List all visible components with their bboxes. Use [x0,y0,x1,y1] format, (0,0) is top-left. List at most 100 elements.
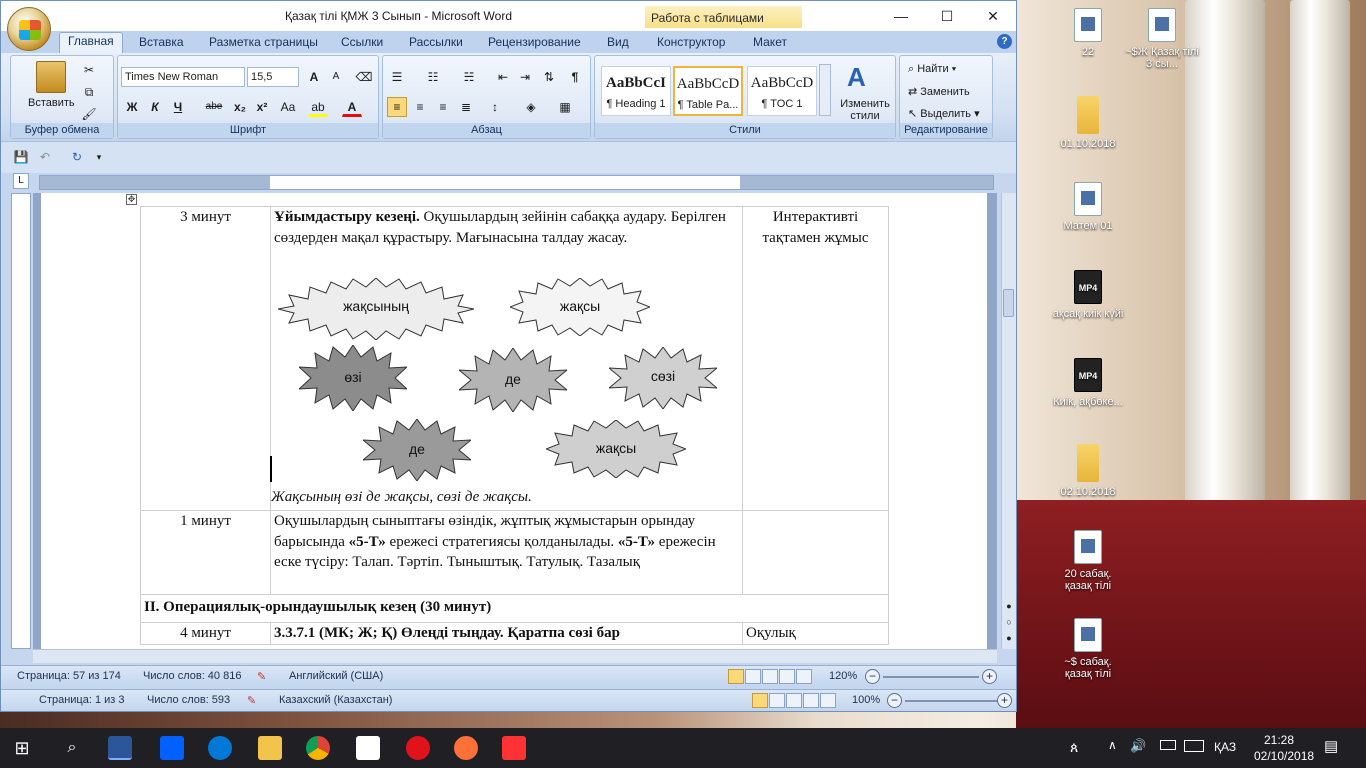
find-button[interactable]: ⌕ Найти ▾ [908,63,956,76]
spellcheck-icon[interactable]: ✎ [257,670,266,683]
format-painter-icon[interactable]: 🖌 [79,104,99,124]
save-icon[interactable]: 💾 [11,147,31,167]
bullets-icon[interactable]: ☰ [387,67,407,87]
tab-layout[interactable]: Макет [745,34,795,53]
minimize-button[interactable]: — [878,1,924,31]
align-right-icon[interactable]: ≡ [433,97,453,117]
page-count[interactable]: Страница: 57 из 174 [17,670,121,682]
full-screen-reading-icon[interactable] [745,669,761,684]
people-icon[interactable]: ጰ [1070,739,1078,756]
shading-icon[interactable]: ◈ [521,97,541,117]
zoom-in-icon[interactable]: + [997,693,1012,708]
grow-font-button[interactable]: A [304,67,324,87]
superscript-button[interactable]: x² [252,97,272,117]
zoom-slider[interactable] [883,676,979,678]
redo-icon[interactable]: ↻ [67,147,87,167]
numbering-icon[interactable]: ☷ [423,67,443,87]
desktop-icon[interactable]: MP4 Киік, ақбөке... [1050,358,1126,408]
desktop-icon[interactable]: MP4 ақсақ киік күйі [1050,270,1126,320]
justify-icon[interactable]: ≣ [456,97,476,117]
line-spacing-icon[interactable]: ↕ [485,97,505,117]
tab-references[interactable]: Ссылки [333,34,391,53]
decrease-indent-icon[interactable]: ⇤ [493,67,513,87]
align-left-icon[interactable]: ≡ [387,97,407,117]
clock[interactable]: 21:28 02/10/2018 [1254,732,1314,764]
full-screen-reading-icon[interactable] [769,693,785,708]
paste-button[interactable]: Вставить [28,97,75,109]
desktop-icon[interactable]: ~$Ж Қазақ тілі 3 сы... [1124,8,1200,70]
desktop-icon[interactable]: Матем 01 [1050,182,1126,232]
select-browse-object-icon[interactable]: ○ [1003,617,1015,629]
opera-icon[interactable] [406,736,430,760]
print-layout-icon[interactable] [752,693,768,708]
desktop-icon[interactable]: 20 сабақ. қазақ тілі [1050,530,1126,592]
word-count[interactable]: Число слов: 40 816 [143,670,241,682]
change-case-button[interactable]: Aa [276,97,300,117]
tab-mailings[interactable]: Рассылки [401,34,471,53]
starburst-shape[interactable]: жақсы [544,419,688,479]
battery-icon[interactable] [1160,740,1176,750]
tab-view[interactable]: Вид [599,34,637,53]
close-button[interactable]: ✕ [970,1,1016,31]
zoom-out-icon[interactable]: − [865,669,880,684]
multilevel-list-icon[interactable]: ☵ [459,67,479,87]
print-layout-icon[interactable] [728,669,744,684]
zoom-in-icon[interactable]: + [982,669,997,684]
subscript-button[interactable]: x₂ [230,97,250,117]
web-layout-icon[interactable] [786,693,802,708]
select-button[interactable]: ↖ Выделить ▾ [908,107,980,120]
word-count[interactable]: Число слов: 593 [147,694,230,706]
show-marks-button[interactable]: ¶ [565,67,585,87]
draft-icon[interactable] [796,669,812,684]
style-toc-1[interactable]: AaBbCcD ¶ TOC 1 [747,66,817,116]
keyboard-icon[interactable] [1184,740,1204,752]
sort-icon[interactable]: ⇅ [539,67,559,87]
bold-button[interactable]: Ж [122,97,142,117]
prev-page-icon[interactable]: ● [1003,601,1015,613]
change-styles-button[interactable]: Изменить стили [835,98,895,122]
web-layout-icon[interactable] [762,669,778,684]
dropbox-icon[interactable] [160,736,184,760]
align-center-icon[interactable]: ≡ [410,97,430,117]
scroll-thumb[interactable] [1003,289,1014,317]
help-icon[interactable]: ? [997,34,1012,49]
style-table-paragraph[interactable]: AaBbCcD ¶ Table Pa... [673,66,743,116]
cut-icon[interactable]: ✂ [79,60,99,80]
zoom-out-icon[interactable]: − [887,693,902,708]
shrink-font-button[interactable]: A [326,67,346,87]
font-family-select[interactable]: Times New Roman [121,67,245,87]
start-button-icon[interactable]: ⊞ [10,736,34,760]
starburst-shape[interactable]: жақсы [508,277,652,337]
undo-icon[interactable]: ↶ [35,147,55,167]
customize-qat-icon[interactable]: ▾ [89,147,109,167]
font-color-icon[interactable]: A [342,97,362,117]
zoom-level[interactable]: 120% [829,670,857,682]
desktop-icon[interactable]: ~$ сабақ. қазақ тілі [1050,618,1126,680]
tab-home[interactable]: Главная [59,32,123,53]
search-icon[interactable]: ⌕ [60,736,84,760]
starburst-shape[interactable]: де [361,418,473,482]
tab-insert[interactable]: Вставка [131,34,192,53]
style-heading-1[interactable]: AaBbCcI ¶ Heading 1 [601,66,671,116]
zoom-level[interactable]: 100% [852,694,880,706]
font-size-select[interactable]: 15,5 [247,67,299,87]
starburst-shape[interactable]: сөзі [607,346,719,410]
styles-scroll[interactable] [819,64,831,116]
content-cell[interactable]: Оқушылардың сыныптағы өзіндік, жұптық жұ… [270,510,743,595]
outline-icon[interactable] [803,693,819,708]
tab-design[interactable]: Конструктор [649,34,733,53]
tab-selector-icon[interactable]: L [13,173,29,189]
starburst-shape[interactable]: өзі [297,344,409,412]
horizontal-scrollbar[interactable] [33,649,997,663]
input-language[interactable]: ҚАЗ [1214,740,1236,754]
tab-page-layout[interactable]: Разметка страницы [201,34,326,53]
desktop-icon[interactable]: 01.10.2018 [1050,96,1126,150]
yandex-icon[interactable] [502,736,526,760]
zoom-slider[interactable] [905,700,1001,702]
chrome-icon[interactable] [306,736,330,760]
increase-indent-icon[interactable]: ⇥ [515,67,535,87]
desktop-icon[interactable]: 02.10.2018 [1050,444,1126,498]
starburst-shape[interactable]: жақсының [277,277,475,341]
amazon-icon[interactable] [356,736,380,760]
italic-button[interactable]: К [145,97,165,117]
